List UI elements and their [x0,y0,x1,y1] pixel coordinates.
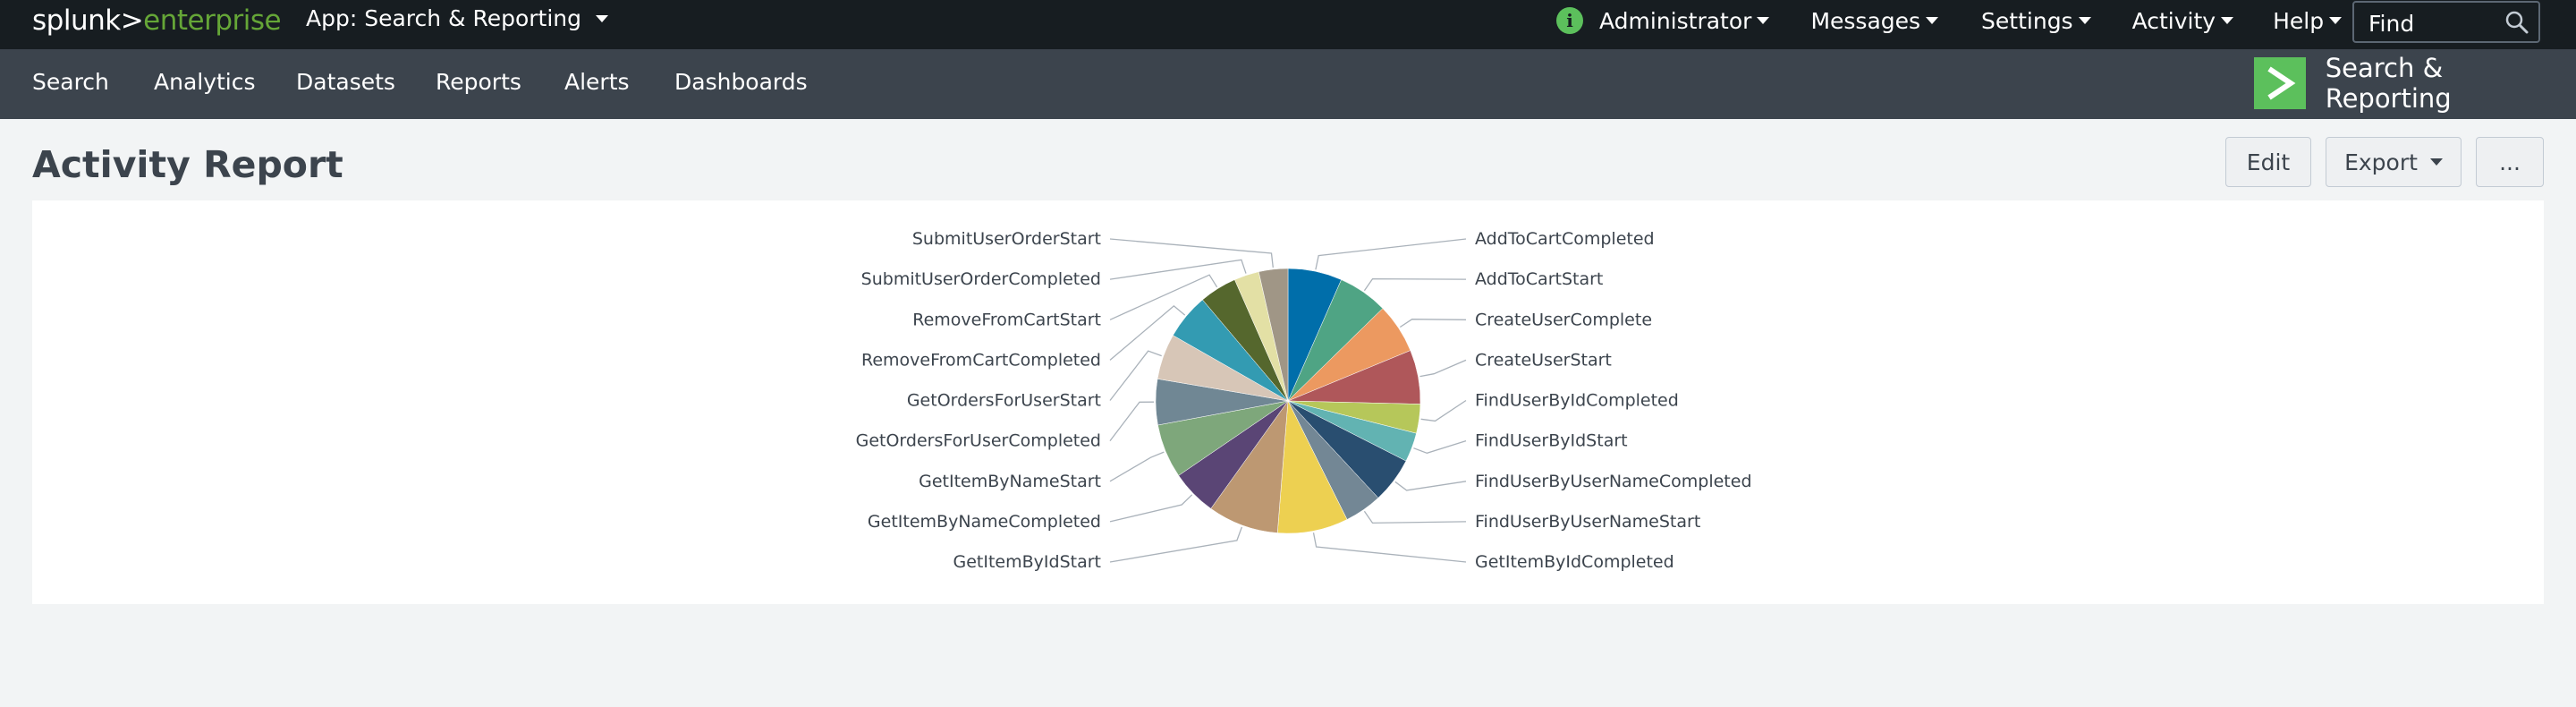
nav-item-analytics[interactable]: Analytics [154,69,256,95]
search-reporting-app-icon [2254,57,2306,109]
chevron-down-icon [2329,17,2343,24]
app-title: Search & Reporting [2325,53,2452,114]
pie-label-FindUserByUserNameStart: FindUserByUserNameStart [1475,512,1700,532]
activity-menu[interactable]: Activity [2132,8,2234,34]
leader-line-GetOrdersForUserCompleted [1109,401,1155,441]
administrator-menu-label: Administrator [1599,7,1752,34]
leader-line-FindUserByUserNameCompleted [1394,481,1467,491]
logo-text-enterprise: enterprise [143,4,282,37]
find-search-box[interactable] [2352,1,2540,43]
chevron-down-icon [596,14,609,22]
chevron-down-icon [1926,17,1939,24]
app-nav-bar: Search Analytics Datasets Reports Alerts… [0,49,2576,119]
leader-line-GetOrdersForUserStart [1109,350,1162,401]
pie-label-SubmitUserOrderStart: SubmitUserOrderStart [912,229,1101,249]
chevron-down-icon [2221,17,2234,24]
nav-item-datasets[interactable]: Datasets [296,69,395,95]
export-button-label: Export [2344,149,2418,175]
chevron-down-icon [1757,17,1770,24]
pie-label-RemoveFromCartStart: RemoveFromCartStart [912,310,1101,329]
pie-label-AddToCartStart: AddToCartStart [1475,269,1603,289]
nav-item-alerts[interactable]: Alerts [564,69,630,95]
leader-line-GetItemByIdCompleted [1312,532,1467,563]
chart-panel: AddToCartCompleted AddToCartStart CreateUs… [32,200,2544,604]
more-actions-button[interactable]: ... [2476,137,2544,187]
settings-menu[interactable]: Settings [1981,8,2091,34]
settings-menu-label: Settings [1981,7,2073,34]
splunk-logo[interactable]: splunk>enterprise [32,4,282,37]
leader-line-SubmitUserOrderCompleted [1109,259,1247,280]
logo-text-splunk: splunk> [32,4,144,37]
nav-item-search[interactable]: Search [32,69,109,95]
leader-line-CreateUserComplete [1399,319,1467,328]
nav-item-dashboards[interactable]: Dashboards [674,69,808,95]
nav-item-reports[interactable]: Reports [436,69,521,95]
pie-chart: AddToCartCompleted AddToCartStart CreateUs… [856,229,1752,572]
leader-line-CreateUserStart [1419,359,1467,378]
leader-line-FindUserByUserNameStart [1363,510,1467,524]
pie-label-CreateUserComplete: CreateUserComplete [1475,310,1652,329]
top-bar: splunk>enterprise App: Search & Reportin… [0,0,2576,49]
leader-line-GetItemByNameStart [1109,451,1165,482]
page-title: Activity Report [32,143,343,186]
pie-label-FindUserByUserNameCompleted: FindUserByUserNameCompleted [1475,472,1752,491]
more-actions-label: ... [2499,149,2521,175]
leader-line-AddToCartStart [1363,277,1467,292]
app-brand[interactable]: Search & Reporting [2254,53,2576,114]
leader-line-AddToCartCompleted [1315,238,1467,270]
leader-line-GetItemByIdStart [1109,526,1243,563]
edit-button[interactable]: Edit [2225,137,2311,187]
help-menu-label: Help [2273,7,2325,34]
pie-label-GetItemByNameCompleted: GetItemByNameCompleted [868,512,1101,532]
leader-line-GetItemByNameCompleted [1109,494,1193,523]
info-icon[interactable]: i [1556,7,1583,34]
edit-button-label: Edit [2246,149,2291,175]
help-menu[interactable]: Help [2273,7,2343,34]
app-menu[interactable]: App: Search & Reporting [306,5,609,31]
activity-menu-label: Activity [2131,7,2216,34]
chevron-down-icon [2078,17,2091,24]
leader-line-SubmitUserOrderStart [1109,238,1274,268]
pie-label-GetItemByIdCompleted: GetItemByIdCompleted [1475,552,1674,572]
pie-label-FindUserByIdCompleted: FindUserByIdCompleted [1475,391,1679,411]
pie-label-SubmitUserOrderCompleted: SubmitUserOrderCompleted [861,269,1101,289]
search-icon[interactable] [2504,10,2529,35]
messages-menu-label: Messages [1810,7,1921,34]
app-menu-label: App: Search & Reporting [306,5,582,31]
pie-label-GetItemByIdStart: GetItemByIdStart [953,552,1101,572]
pie-label-FindUserByIdStart: FindUserByIdStart [1475,431,1628,451]
leader-line-FindUserByIdStart [1413,439,1467,454]
pie-label-GetOrdersForUserCompleted: GetOrdersForUserCompleted [856,431,1101,451]
leader-line-FindUserByIdCompleted [1420,399,1467,422]
pie-label-GetItemByNameStart: GetItemByNameStart [919,472,1101,491]
pie-label-RemoveFromCartCompleted: RemoveFromCartCompleted [861,350,1101,370]
pie-label-CreateUserStart: CreateUserStart [1475,350,1612,370]
chevron-right-icon [2267,66,2296,100]
chevron-down-icon [2429,158,2443,166]
export-button[interactable]: Export [2326,137,2462,187]
messages-menu[interactable]: Messages [1810,7,1939,34]
administrator-menu[interactable]: Administrator [1599,7,1770,34]
pie-label-AddToCartCompleted: AddToCartCompleted [1475,229,1655,249]
top-menu-group: i Administrator Messages Settings Activi… [1556,5,2370,36]
find-input[interactable] [2367,8,2504,38]
pie-label-GetOrdersForUserStart: GetOrdersForUserStart [907,391,1101,411]
